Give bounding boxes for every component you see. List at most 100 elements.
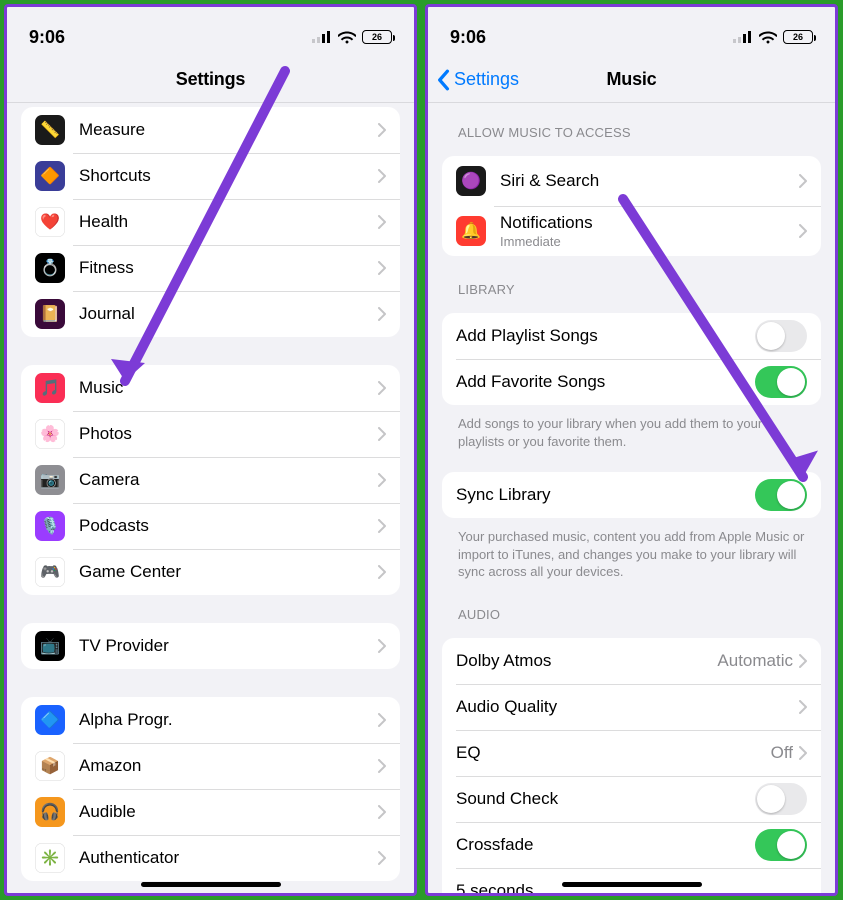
row-title: Journal: [79, 304, 378, 324]
chevron-right-icon: [799, 174, 807, 188]
settings-row-audible[interactable]: 🎧 Audible: [21, 789, 400, 835]
row-crossfade-seconds: 5 seconds: [442, 868, 821, 893]
row-title: Alpha Progr.: [79, 710, 378, 730]
row-title: Siri & Search: [500, 171, 799, 191]
row-soundcheck[interactable]: Sound Check: [442, 776, 821, 822]
soundcheck-toggle[interactable]: [755, 783, 807, 815]
notif-icon: 🔔: [456, 216, 486, 246]
settings-row-measure[interactable]: 📏 Measure: [21, 107, 400, 153]
section-header-audio: AUDIO: [442, 585, 821, 630]
row-title: EQ: [456, 743, 771, 763]
measure-icon: 📏: [35, 115, 65, 145]
row-title: Authenticator: [79, 848, 378, 868]
row-title: Game Center: [79, 562, 378, 582]
row-title: Fitness: [79, 258, 378, 278]
chevron-left-icon: [436, 69, 450, 91]
addplaylist-toggle[interactable]: [755, 320, 807, 352]
fitness-icon: 💍: [35, 253, 65, 283]
status-bar: 9:06 26: [7, 7, 414, 57]
battery-icon: 26: [783, 30, 813, 44]
settings-row-music[interactable]: 🎵 Music: [21, 365, 400, 411]
status-time: 9:06: [450, 27, 486, 48]
section-header-library: LIBRARY: [442, 260, 821, 305]
chevron-right-icon: [378, 519, 386, 533]
settings-row-amazon[interactable]: 📦 Amazon: [21, 743, 400, 789]
tvprovider-icon: 📺: [35, 631, 65, 661]
audible-icon: 🎧: [35, 797, 65, 827]
synclibrary-toggle[interactable]: [755, 479, 807, 511]
row-value: Off: [771, 743, 793, 763]
navbar: Settings: [7, 57, 414, 103]
music-settings-screen: 9:06 26 Settings Music ALLOW MUSIC TO AC…: [425, 4, 838, 896]
settings-row-tvprovider[interactable]: 📺 TV Provider: [21, 623, 400, 669]
authenticator-icon: ✳️: [35, 843, 65, 873]
row-title: Amazon: [79, 756, 378, 776]
section-footer-library: Add songs to your library when you add t…: [442, 409, 821, 454]
row-aq[interactable]: Audio Quality: [442, 684, 821, 730]
row-subtitle: Immediate: [500, 234, 799, 249]
settings-row-fitness[interactable]: 💍 Fitness: [21, 245, 400, 291]
chevron-right-icon: [378, 473, 386, 487]
row-title: Dolby Atmos: [456, 651, 717, 671]
status-time: 9:06: [29, 27, 65, 48]
settings-row-health[interactable]: ❤️ Health: [21, 199, 400, 245]
row-title: Measure: [79, 120, 378, 140]
row-crossfade[interactable]: Crossfade: [442, 822, 821, 868]
chevron-right-icon: [378, 805, 386, 819]
chevron-right-icon: [378, 381, 386, 395]
settings-row-camera[interactable]: 📷 Camera: [21, 457, 400, 503]
settings-row-journal[interactable]: 📔 Journal: [21, 291, 400, 337]
settings-row-photos[interactable]: 🌸 Photos: [21, 411, 400, 457]
chevron-right-icon: [378, 307, 386, 321]
shortcuts-icon: 🔶: [35, 161, 65, 191]
row-title: Podcasts: [79, 516, 378, 536]
siri-icon: 🟣: [456, 166, 486, 196]
row-title: Add Playlist Songs: [456, 326, 755, 346]
back-button[interactable]: Settings: [428, 69, 519, 91]
wifi-icon: [338, 31, 356, 44]
row-title: Health: [79, 212, 378, 232]
chevron-right-icon: [378, 123, 386, 137]
music-icon: 🎵: [35, 373, 65, 403]
alpha-icon: 🔷: [35, 705, 65, 735]
settings-row-podcasts[interactable]: 🎙️ Podcasts: [21, 503, 400, 549]
chevron-right-icon: [378, 427, 386, 441]
chevron-right-icon: [378, 169, 386, 183]
photos-icon: 🌸: [35, 419, 65, 449]
home-indicator: [562, 882, 702, 887]
nav-title: Settings: [7, 69, 414, 90]
navbar: Settings Music: [428, 57, 835, 103]
row-synclibrary[interactable]: Sync Library: [442, 472, 821, 518]
gamecenter-icon: 🎮: [35, 557, 65, 587]
settings-row-gamecenter[interactable]: 🎮 Game Center: [21, 549, 400, 595]
settings-row-shortcuts[interactable]: 🔶 Shortcuts: [21, 153, 400, 199]
row-title: Audible: [79, 802, 378, 822]
row-title: Add Favorite Songs: [456, 372, 755, 392]
chevron-right-icon: [799, 700, 807, 714]
row-addfavorite[interactable]: Add Favorite Songs: [442, 359, 821, 405]
podcasts-icon: 🎙️: [35, 511, 65, 541]
row-title: Music: [79, 378, 378, 398]
chevron-right-icon: [378, 759, 386, 773]
row-title: Audio Quality: [456, 697, 799, 717]
status-bar: 9:06 26: [428, 7, 835, 57]
wifi-icon: [759, 31, 777, 44]
row-dolby[interactable]: Dolby Atmos Automatic: [442, 638, 821, 684]
camera-icon: 📷: [35, 465, 65, 495]
addfavorite-toggle[interactable]: [755, 366, 807, 398]
cellular-icon: [312, 31, 332, 43]
chevron-right-icon: [378, 639, 386, 653]
row-eq[interactable]: EQ Off: [442, 730, 821, 776]
row-siri[interactable]: 🟣 Siri & Search: [442, 156, 821, 206]
row-notif[interactable]: 🔔 Notifications Immediate: [442, 206, 821, 256]
chevron-right-icon: [799, 654, 807, 668]
journal-icon: 📔: [35, 299, 65, 329]
settings-row-authenticator[interactable]: ✳️ Authenticator: [21, 835, 400, 881]
chevron-right-icon: [799, 224, 807, 238]
chevron-right-icon: [378, 851, 386, 865]
settings-row-alpha[interactable]: 🔷 Alpha Progr.: [21, 697, 400, 743]
crossfade-toggle[interactable]: [755, 829, 807, 861]
row-addplaylist[interactable]: Add Playlist Songs: [442, 313, 821, 359]
row-title: Crossfade: [456, 835, 755, 855]
row-title: Sync Library: [456, 485, 755, 505]
